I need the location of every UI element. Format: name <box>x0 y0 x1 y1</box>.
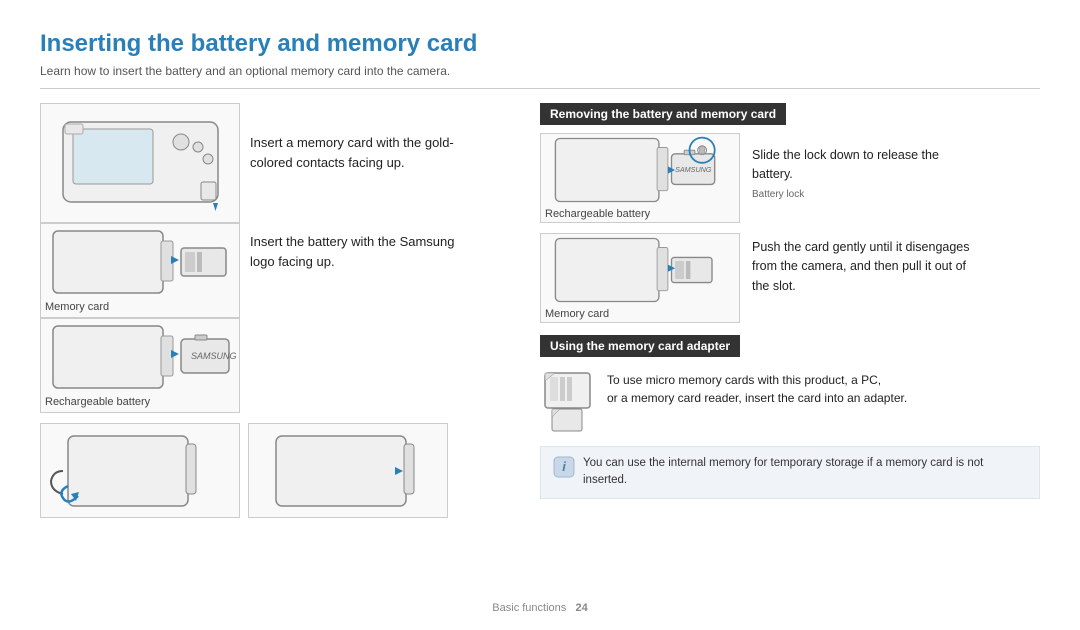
memory-card-label: Memory card <box>41 298 113 316</box>
remove-memory-image: Memory card <box>540 233 740 323</box>
left-top-section: Memory card SAMSUNG <box>40 103 520 413</box>
adapter-text: To use micro memory cards with this prod… <box>607 371 907 407</box>
bottom-images-row <box>40 423 520 518</box>
footer-text: Basic functions <box>492 602 566 614</box>
adapter-section-header: Using the memory card adapter <box>540 335 740 357</box>
memory-card-remove-label: Memory card <box>541 306 613 322</box>
left-images-stack: Memory card SAMSUNG <box>40 103 240 413</box>
footer: Basic functions 24 <box>0 602 1080 614</box>
remove-battery-section: SAMSUNG Rechargeable battery Slid <box>540 133 1040 223</box>
page-title: Inserting the battery and memory card <box>40 30 1040 58</box>
rechargeable-battery-label: Rechargeable battery <box>41 393 154 411</box>
rechargeable-battery-remove-label: Rechargeable battery <box>541 206 654 222</box>
push-card-text: Push the card gently until it disengages… <box>752 233 970 296</box>
page-number: 24 <box>575 602 587 614</box>
remove-memory-section: Memory card Push the card gently until i… <box>540 233 1040 323</box>
insert-battery-text: Insert the battery with the Samsung logo… <box>250 232 520 271</box>
left-text-descriptions: Insert a memory card with the gold- colo… <box>250 103 520 413</box>
svg-text:SAMSUNG: SAMSUNG <box>675 165 712 174</box>
adapter-content: To use micro memory cards with this prod… <box>540 371 1040 436</box>
slide-lock-text: Slide the lock down to release the batte… <box>752 141 982 185</box>
note-icon: i <box>553 456 575 478</box>
camera-door-close-image <box>248 423 448 518</box>
memory-card-insert-image: Memory card <box>40 223 240 318</box>
note-box: i You can use the internal memory for te… <box>540 446 1040 499</box>
remove-section-header: Removing the battery and memory card <box>540 103 786 125</box>
svg-text:SAMSUNG: SAMSUNG <box>191 351 237 361</box>
insert-memory-text: Insert a memory card with the gold- colo… <box>250 133 520 172</box>
page-subtitle: Learn how to insert the battery and an o… <box>40 64 1040 89</box>
adapter-image <box>540 371 595 436</box>
battery-lock-label: Battery lock <box>752 189 982 200</box>
adapter-section: Using the memory card adapter <box>540 335 1040 499</box>
note-text: You can use the internal memory for temp… <box>583 455 1027 490</box>
remove-battery-text-area: Slide the lock down to release the batte… <box>752 133 982 200</box>
left-column: Memory card SAMSUNG <box>40 103 520 518</box>
main-content: Memory card SAMSUNG <box>40 103 1040 518</box>
camera-strap-image <box>40 423 240 518</box>
battery-insert-image: SAMSUNG Rechargeable battery <box>40 318 240 413</box>
remove-battery-image: SAMSUNG Rechargeable battery <box>540 133 740 223</box>
right-column: Removing the battery and memory card SAM… <box>540 103 1040 518</box>
svg-text:i: i <box>562 459 566 474</box>
page: Inserting the battery and memory card Le… <box>0 0 1080 630</box>
camera-top-image <box>40 103 240 223</box>
